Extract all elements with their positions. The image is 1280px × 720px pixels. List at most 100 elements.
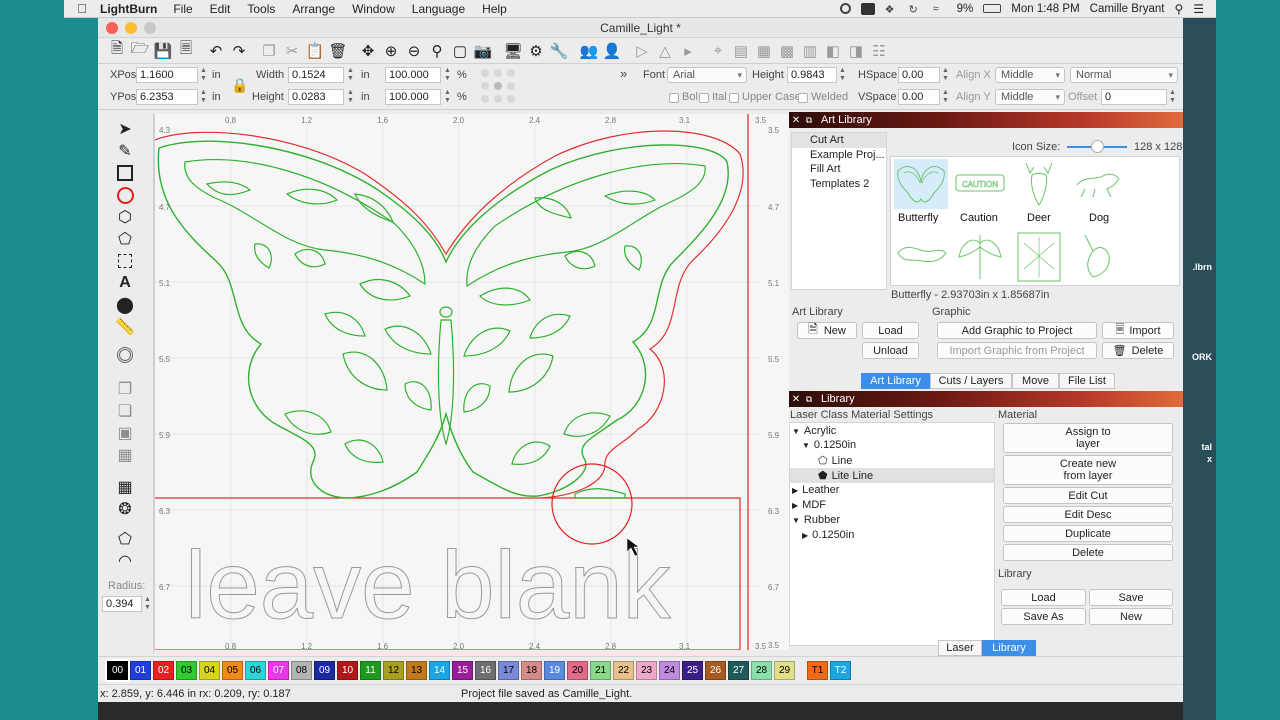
color-swatch-27[interactable]: 27	[728, 661, 749, 680]
color-swatch-03[interactable]: 03	[176, 661, 197, 680]
flip-vertical-icon[interactable]: △	[654, 40, 676, 62]
butterfly-inner-cutouts[interactable]	[184, 159, 706, 499]
rounded-corner-icon[interactable]: ◠	[112, 550, 138, 572]
color-swatch-07[interactable]: 07	[268, 661, 289, 680]
color-swatch-22[interactable]: 22	[613, 661, 634, 680]
boolean-intersect-icon[interactable]: ▦	[112, 444, 138, 466]
polygon-icon[interactable]: ⬡	[112, 206, 138, 228]
tree-acrylic[interactable]: ▼ Acrylic	[792, 425, 836, 437]
scale-height-spinner[interactable]: ▲ ▼	[443, 89, 452, 105]
tree-mdf[interactable]: ▶ MDF	[792, 499, 826, 511]
icon-size-slider-handle[interactable]	[1091, 140, 1104, 153]
font-select[interactable]: Arial	[667, 67, 747, 83]
boolean-union-icon[interactable]: ❏	[112, 400, 138, 422]
tab-art-library[interactable]: Art Library	[861, 373, 930, 389]
record-icon[interactable]	[839, 3, 851, 14]
material-tree[interactable]: ▼ Acrylic ▼ 0.1250in ⬠ Line ⬟ Lite Line ▶ Lea…	[789, 422, 995, 646]
cut-icon[interactable]: ✂	[281, 40, 303, 62]
art-library-titlebar[interactable]: ✕ ⧉ Art Library	[789, 112, 1183, 128]
library-new-button[interactable]: New	[1089, 608, 1173, 625]
edit-desc-button[interactable]: Edit Desc	[1003, 506, 1173, 523]
copy-icon[interactable]: ❐	[258, 40, 280, 62]
align-x-select[interactable]: Middle	[995, 67, 1065, 83]
zoom-fit-icon[interactable]: ⚲	[426, 40, 448, 62]
tab-cuts-layers[interactable]: Cuts / Layers	[930, 373, 1012, 389]
zoom-selection-icon[interactable]: ▢	[449, 40, 471, 62]
import-icon[interactable]: 🗏	[175, 40, 197, 62]
camera-icon[interactable]: 📷	[472, 40, 494, 62]
thumb-deer[interactable]	[1012, 159, 1066, 209]
width-spinner[interactable]: ▲ ▼	[346, 67, 355, 83]
text-tool-icon[interactable]: A	[112, 272, 138, 294]
color-swatch-25[interactable]: 25	[682, 661, 703, 680]
select-arrow-icon[interactable]: ➤	[112, 118, 138, 140]
color-swatch-11[interactable]: 11	[360, 661, 381, 680]
upper-case-checkbox[interactable]	[729, 93, 739, 103]
color-swatch-13[interactable]: 13	[406, 661, 427, 680]
width-input[interactable]: 0.1524	[288, 67, 344, 83]
line-tool-icon[interactable]: ⬠	[112, 228, 138, 250]
offset-input[interactable]: 0	[1101, 89, 1167, 105]
thumb-moth[interactable]	[953, 229, 1007, 285]
menu-edit[interactable]: Edit	[210, 2, 231, 16]
offset-spinner[interactable]: ▲ ▼	[1168, 89, 1177, 105]
move-icon[interactable]: ✥	[357, 40, 379, 62]
color-swatch-23[interactable]: 23	[636, 661, 657, 680]
color-swatch-20[interactable]: 20	[567, 661, 588, 680]
edit-nodes-pencil-icon[interactable]: ✎	[112, 140, 138, 162]
library-load-button[interactable]: Load	[1001, 589, 1086, 606]
radius-spinner[interactable]: ▲ ▼	[143, 596, 152, 612]
color-swatch-06[interactable]: 06	[245, 661, 266, 680]
thumb-dog[interactable]	[1071, 159, 1125, 209]
tree-rubber-thickness[interactable]: ▶ 0.1250in	[802, 529, 854, 541]
color-swatch-19[interactable]: 19	[544, 661, 565, 680]
float-panel-icon[interactable]: ⧉	[803, 394, 815, 405]
save-icon[interactable]: 💾	[152, 40, 174, 62]
tab-library[interactable]: Library	[982, 640, 1036, 656]
assign-to-layer-button[interactable]: Assign to layer	[1003, 423, 1173, 453]
expand-arrow-icon[interactable]: ▼	[792, 427, 800, 436]
scale-height-input[interactable]: 100.000	[385, 89, 441, 105]
color-swatch-24[interactable]: 24	[659, 661, 680, 680]
titlebar[interactable]: Camille_Light *	[98, 18, 1183, 38]
text-height-input[interactable]: 0.9843	[787, 67, 837, 83]
rectangle-icon[interactable]	[112, 162, 138, 184]
align-top-icon[interactable]: ▤	[730, 40, 752, 62]
tree-rubber[interactable]: ▼ Rubber	[792, 514, 840, 526]
menu-file[interactable]: File	[173, 2, 192, 16]
distribute-v-icon[interactable]: ◨	[845, 40, 867, 62]
open-folder-icon[interactable]: 🗁	[129, 40, 151, 62]
tab-move[interactable]: Move	[1012, 373, 1059, 389]
xpos-spinner[interactable]: ▲ ▼	[199, 67, 208, 83]
machine-tools-icon[interactable]: 🔧	[548, 40, 570, 62]
color-swatch-16[interactable]: 16	[475, 661, 496, 680]
edit-app-icon[interactable]	[860, 2, 875, 15]
flip-horizontal-icon[interactable]: ▷	[631, 40, 653, 62]
library-item-cut-art[interactable]: Cut Art	[792, 133, 886, 148]
offset-shape-icon[interactable]	[112, 250, 138, 272]
tree-leather[interactable]: ▶ Leather	[792, 484, 839, 496]
align-middle-icon[interactable]: ▦	[753, 40, 775, 62]
ypos-spinner[interactable]: ▲ ▼	[199, 89, 208, 105]
mirror-icon[interactable]: ▸	[677, 40, 699, 62]
library-save-button[interactable]: Save	[1089, 589, 1173, 606]
tree-line[interactable]: ⬠ Line	[818, 454, 852, 467]
duplicate-button[interactable]: Duplicate	[1003, 525, 1173, 542]
tab-file-list[interactable]: File List	[1059, 373, 1115, 389]
apple-icon[interactable]: 	[64, 1, 100, 16]
tree-acrylic-thickness[interactable]: ▼ 0.1250in	[802, 439, 856, 451]
hspace-spinner[interactable]: ▲ ▼	[941, 67, 950, 83]
menu-arrange[interactable]: Arrange	[292, 2, 335, 16]
thumb-unicorn[interactable]	[1071, 229, 1125, 285]
tab-laser[interactable]: Laser	[938, 640, 982, 656]
library-item-templates[interactable]: Templates 2	[810, 177, 869, 192]
art-library-unload-button[interactable]: Unload	[862, 342, 919, 359]
italic-checkbox[interactable]	[699, 93, 709, 103]
thumb-caution[interactable]: CAUTION	[953, 159, 1007, 209]
thumb-butterfly[interactable]	[894, 159, 948, 209]
dropbox-icon[interactable]: ❖	[885, 3, 899, 16]
monitor-icon[interactable]: 🖥	[502, 40, 524, 62]
color-swatch-t2[interactable]: T2	[830, 661, 851, 680]
sync-icon[interactable]: ↻	[909, 3, 923, 16]
redo-icon[interactable]: ↷	[228, 40, 250, 62]
